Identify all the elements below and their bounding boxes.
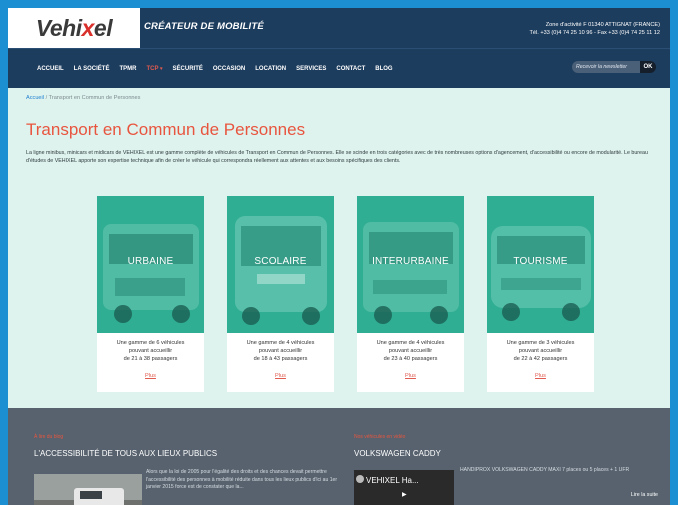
blog-excerpt: Alors que la loi de 2005 pour l'égalité … [146,469,338,490]
top-header: Vehixel CRÉATEUR DE MOBILITÉ Zone d'acti… [8,8,670,48]
desc-line: pouvant accueillir [518,348,563,354]
desc-line: pouvant accueillir [258,348,303,354]
blog-kicker: À lire du blog [34,434,64,440]
video-caption: HANDIPROX VOLKSWAGEN CADDY MAXI 7 places… [460,467,630,473]
bus-photo: INTERURBAINE [357,196,464,333]
footer-section: À lire du blog L'ACCESSIBILITÉ DE TOUS A… [8,408,670,505]
desc-line: Une gamme de 4 véhicules [246,340,315,346]
bus-photo: TOURISME [487,196,594,333]
nav-menu: ACCUEIL LA SOCIÉTÉ TPMR TCP ▾ SÉCURITÉ O… [32,66,398,72]
blog-title[interactable]: L'ACCESSIBILITÉ DE TOUS AUX LIEUX PUBLIC… [34,449,217,458]
nav-item-tpmr[interactable]: TPMR [114,66,141,72]
breadcrumb-current: Transport en Commun de Personnes [48,95,141,101]
card-category: TOURISME [513,256,568,267]
newsletter-input[interactable]: Recevoir la newsletter [572,61,640,73]
bus-photo: URBAINE [97,196,204,333]
card-description: Une gamme de 4 véhicules pouvant accueil… [357,339,464,363]
browser-viewport: Vehixel CRÉATEUR DE MOBILITÉ Zone d'acti… [8,8,670,505]
newsletter-form: Recevoir la newsletter OK [572,61,656,73]
intro-paragraph: La ligne minibus, minicars et midicars d… [26,150,648,164]
desc-line: Une gamme de 6 véhicules [116,340,185,346]
desc-line: pouvant accueillir [128,348,173,354]
nav-item-contact[interactable]: CONTACT [331,66,370,72]
nav-item-tcp-label: TCP [146,65,159,72]
breadcrumb-home-link[interactable]: Accueil [26,95,44,101]
video-player-title: VEHIXEL Ha... [366,476,419,485]
breadcrumb: Accueil / Transport en Commun de Personn… [26,95,140,101]
nav-item-accueil[interactable]: ACCUEIL [32,66,69,72]
card-description: Une gamme de 3 véhicules pouvant accueil… [487,339,594,363]
page-title: Transport en Commun de Personnes [26,120,306,139]
card-scolaire[interactable]: SCOLAIRE Une gamme de 4 véhicules pouvan… [227,196,334,392]
video-title[interactable]: VOLKSWAGEN CADDY [354,449,441,458]
blog-photo[interactable] [34,474,142,505]
main-navigation: ACCUEIL LA SOCIÉTÉ TPMR TCP ▾ SÉCURITÉ O… [8,48,670,88]
chevron-down-icon: ▾ [160,65,163,72]
card-tourisme[interactable]: TOURISME Une gamme de 3 véhicules pouvan… [487,196,594,392]
desc-line: pouvant accueillir [388,348,433,354]
logo[interactable]: Vehixel [8,8,140,48]
card-urbaine[interactable]: URBAINE Une gamme de 6 véhicules pouvant… [97,196,204,392]
desc-line: Une gamme de 4 véhicules [376,340,445,346]
contact-info: Zone d'activité F 01340 ATTIGNAT (FRANCE… [529,21,660,37]
channel-avatar [356,475,364,483]
nav-item-la-societe[interactable]: LA SOCIÉTÉ [69,66,115,72]
more-link[interactable]: Plus [487,373,594,379]
nav-item-services[interactable]: SERVICES [291,66,331,72]
more-link[interactable]: Plus [97,373,204,379]
newsletter-ok-button[interactable]: OK [640,61,656,73]
nav-item-securite[interactable]: SÉCURITÉ [168,66,208,72]
desc-line: de 21 à 38 passagers [123,356,178,362]
nav-item-blog[interactable]: BLOG [370,66,397,72]
video-kicker: Nos véhicules en vidéo [354,434,406,440]
read-more-link[interactable]: Lire la suite [631,492,658,498]
card-description: Une gamme de 6 véhicules pouvant accueil… [97,339,204,363]
play-icon[interactable]: ▶ [402,491,407,498]
video-player[interactable]: VEHIXEL Ha... ▶ [354,470,454,505]
address: Zone d'activité F 01340 ATTIGNAT (FRANCE… [545,22,660,28]
card-description: Une gamme de 4 véhicules pouvant accueil… [227,339,334,363]
card-interurbaine[interactable]: INTERURBAINE Une gamme de 4 véhicules po… [357,196,464,392]
desc-line: de 18 à 43 passagers [253,356,308,362]
logo-text: Vehixel [35,14,113,41]
nav-item-occasion[interactable]: OCCASION [208,66,250,72]
more-link[interactable]: Plus [227,373,334,379]
desc-line: Une gamme de 3 véhicules [506,340,575,346]
nav-item-tcp[interactable]: TCP ▾ [141,66,167,72]
card-category: SCOLAIRE [254,256,307,267]
phone-fax: Tél. +33 (0)4 74 25 10 96 - Fax +33 (0)4… [529,30,660,36]
blog-image [34,474,142,505]
breadcrumb-separator: / [45,95,48,101]
card-category: URBAINE [127,256,174,267]
tagline: CRÉATEUR DE MOBILITÉ [144,21,264,32]
more-link[interactable]: Plus [357,373,464,379]
desc-line: de 22 à 42 passagers [513,356,568,362]
card-category: INTERURBAINE [372,256,449,267]
desc-line: de 23 à 40 passagers [383,356,438,362]
bus-photo: SCOLAIRE [227,196,334,333]
nav-item-location[interactable]: LOCATION [250,66,291,72]
